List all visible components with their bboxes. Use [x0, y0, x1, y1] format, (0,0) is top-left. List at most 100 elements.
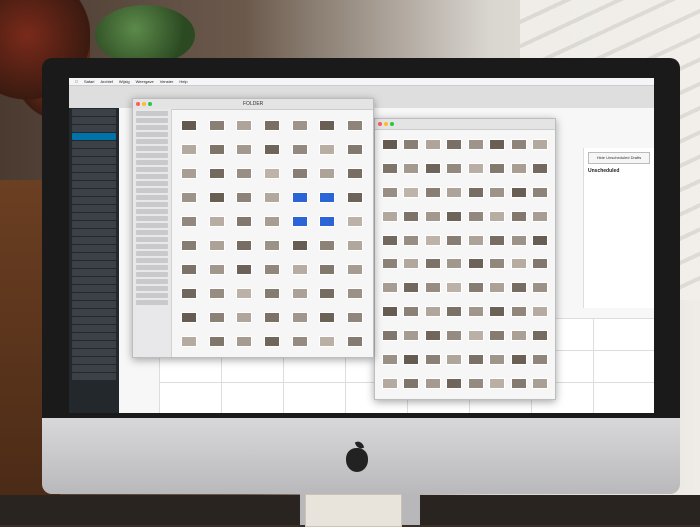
thumbnail[interactable] — [236, 191, 253, 203]
thumbnail[interactable] — [510, 377, 527, 389]
finder-sidebar-item[interactable] — [136, 293, 168, 298]
minimize-icon[interactable] — [384, 122, 388, 126]
thumbnail[interactable] — [532, 329, 549, 341]
thumbnail[interactable] — [180, 167, 197, 179]
thumbnail[interactable] — [467, 210, 484, 222]
thumbnail[interactable] — [467, 187, 484, 199]
thumbnail[interactable] — [489, 187, 506, 199]
thumbnail[interactable] — [403, 329, 420, 341]
thumbnail[interactable] — [424, 353, 441, 365]
thumbnail[interactable] — [319, 263, 336, 275]
thumbnail[interactable] — [424, 139, 441, 151]
thumbnail[interactable] — [424, 306, 441, 318]
thumbnail[interactable] — [489, 353, 506, 365]
wp-sidebar-item[interactable] — [72, 189, 116, 196]
wp-sidebar-item[interactable] — [72, 301, 116, 308]
finder-sidebar-item[interactable] — [136, 132, 168, 137]
thumbnail[interactable] — [263, 215, 280, 227]
thumbnail[interactable] — [489, 258, 506, 270]
thumbnail[interactable] — [180, 239, 197, 251]
finder-titlebar[interactable] — [375, 119, 555, 130]
thumbnail[interactable] — [403, 187, 420, 199]
thumbnail[interactable] — [510, 210, 527, 222]
thumbnail[interactable] — [424, 210, 441, 222]
thumbnail[interactable] — [532, 282, 549, 294]
finder-sidebar-item[interactable] — [136, 195, 168, 200]
finder-sidebar-item[interactable] — [136, 188, 168, 193]
thumbnail[interactable] — [381, 377, 398, 389]
finder-sidebar-item[interactable] — [136, 139, 168, 144]
thumbnail[interactable] — [381, 187, 398, 199]
thumbnail[interactable] — [403, 282, 420, 294]
thumbnail[interactable] — [467, 353, 484, 365]
thumbnail[interactable] — [208, 263, 225, 275]
apple-menu-icon[interactable]:  — [75, 79, 78, 84]
wp-sidebar-item[interactable] — [72, 173, 116, 180]
thumbnail[interactable] — [347, 239, 364, 251]
thumbnail[interactable] — [446, 377, 463, 389]
thumbnail[interactable] — [510, 329, 527, 341]
thumbnail[interactable] — [347, 119, 364, 131]
finder-sidebar-item[interactable] — [136, 153, 168, 158]
wp-sidebar-item[interactable] — [72, 365, 116, 372]
thumbnail[interactable] — [446, 258, 463, 270]
thumbnail[interactable] — [510, 258, 527, 270]
finder-sidebar-item[interactable] — [136, 160, 168, 165]
thumbnail[interactable] — [467, 377, 484, 389]
thumbnail[interactable] — [319, 335, 336, 347]
hide-drafts-button[interactable]: Hide Unscheduled Drafts — [588, 152, 650, 164]
thumbnail[interactable] — [403, 210, 420, 222]
thumbnail[interactable] — [467, 258, 484, 270]
thumbnail[interactable] — [381, 258, 398, 270]
thumbnail[interactable] — [291, 263, 308, 275]
thumbnail[interactable] — [319, 167, 336, 179]
thumbnail[interactable] — [319, 239, 336, 251]
thumbnail[interactable] — [263, 143, 280, 155]
thumbnail[interactable] — [381, 306, 398, 318]
thumbnail[interactable] — [319, 215, 336, 227]
thumbnail[interactable] — [291, 119, 308, 131]
thumbnail[interactable] — [532, 163, 549, 175]
thumbnail[interactable] — [403, 377, 420, 389]
wp-sidebar-item[interactable] — [72, 165, 116, 172]
thumbnail[interactable] — [263, 239, 280, 251]
thumbnail[interactable] — [236, 215, 253, 227]
wp-sidebar-item[interactable] — [72, 133, 116, 140]
thumbnail[interactable] — [236, 287, 253, 299]
thumbnail[interactable] — [381, 163, 398, 175]
thumbnail[interactable] — [446, 139, 463, 151]
wp-sidebar-item[interactable] — [72, 221, 116, 228]
thumbnail[interactable] — [263, 335, 280, 347]
wp-sidebar-item[interactable] — [72, 213, 116, 220]
thumbnail[interactable] — [489, 377, 506, 389]
thumbnail[interactable] — [381, 139, 398, 151]
thumbnail[interactable] — [489, 282, 506, 294]
wp-sidebar-item[interactable] — [72, 125, 116, 132]
thumbnail[interactable] — [347, 191, 364, 203]
thumbnail[interactable] — [236, 239, 253, 251]
menubar-item[interactable]: Help — [179, 79, 187, 84]
finder-sidebar-item[interactable] — [136, 300, 168, 305]
thumbnail[interactable] — [532, 139, 549, 151]
thumbnail[interactable] — [467, 282, 484, 294]
thumbnail[interactable] — [236, 119, 253, 131]
finder-sidebar-item[interactable] — [136, 272, 168, 277]
finder-sidebar-item[interactable] — [136, 216, 168, 221]
finder-sidebar-item[interactable] — [136, 244, 168, 249]
thumbnail[interactable] — [532, 187, 549, 199]
thumbnail[interactable] — [403, 139, 420, 151]
thumbnail[interactable] — [263, 119, 280, 131]
finder-sidebar-item[interactable] — [136, 265, 168, 270]
finder-sidebar-item[interactable] — [136, 209, 168, 214]
thumbnail[interactable] — [291, 239, 308, 251]
thumbnail[interactable] — [319, 191, 336, 203]
thumbnail[interactable] — [532, 210, 549, 222]
wp-sidebar-item[interactable] — [72, 317, 116, 324]
thumbnail[interactable] — [510, 139, 527, 151]
menubar-item[interactable]: Venster — [160, 79, 174, 84]
wp-sidebar-item[interactable] — [72, 269, 116, 276]
thumbnail[interactable] — [180, 119, 197, 131]
thumbnail[interactable] — [319, 287, 336, 299]
thumbnail[interactable] — [532, 353, 549, 365]
finder-sidebar-item[interactable] — [136, 174, 168, 179]
